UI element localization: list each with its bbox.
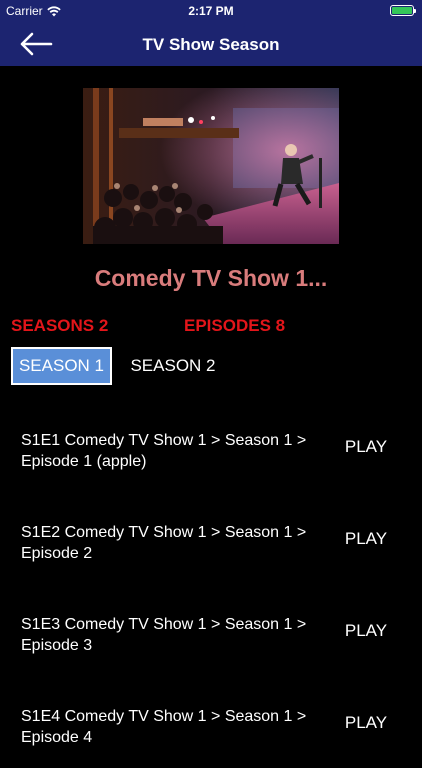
status-time: 2:17 PM: [188, 4, 234, 18]
tab-season-2[interactable]: SEASON 2: [123, 347, 223, 385]
page-title: TV Show Season: [142, 35, 280, 54]
show-title: Comedy TV Show 1...: [94, 265, 328, 291]
navigation-bar: TV Show Season: [0, 22, 422, 66]
play-button[interactable]: PLAY: [340, 529, 392, 549]
show-thumbnail: [83, 88, 339, 244]
battery-level: [392, 7, 412, 14]
episode-title: S1E3 Comedy TV Show 1 > Season 1 > Episo…: [21, 616, 307, 654]
battery-nub: [414, 9, 416, 13]
episode-row[interactable]: S1E2 Comedy TV Show 1 > Season 1 > Episo…: [0, 492, 422, 584]
comedy-stage-photo: [83, 88, 339, 244]
play-button[interactable]: PLAY: [340, 621, 392, 641]
seasons-count: SEASONS 2: [11, 316, 109, 335]
play-button[interactable]: PLAY: [340, 437, 392, 457]
episode-title: S1E4 Comedy TV Show 1 > Season 1 > Episo…: [21, 708, 307, 746]
play-button[interactable]: PLAY: [340, 713, 392, 733]
battery-icon: [390, 5, 416, 16]
episodes-count: EPISODES 8: [184, 316, 286, 335]
episode-title: S1E2 Comedy TV Show 1 > Season 1 > Episo…: [21, 524, 307, 562]
episode-list: S1E1 Comedy TV Show 1 > Season 1 > Episo…: [0, 400, 422, 768]
episode-row[interactable]: S1E4 Comedy TV Show 1 > Season 1 > Episo…: [0, 676, 422, 768]
episode-row[interactable]: S1E3 Comedy TV Show 1 > Season 1 > Episo…: [0, 584, 422, 676]
status-bar: Carrier 2:17 PM: [0, 0, 422, 22]
episode-row[interactable]: S1E1 Comedy TV Show 1 > Season 1 > Episo…: [0, 400, 422, 492]
tab-season-1[interactable]: SEASON 1: [11, 347, 112, 385]
episode-title: S1E1 Comedy TV Show 1 > Season 1 > Episo…: [21, 432, 307, 470]
